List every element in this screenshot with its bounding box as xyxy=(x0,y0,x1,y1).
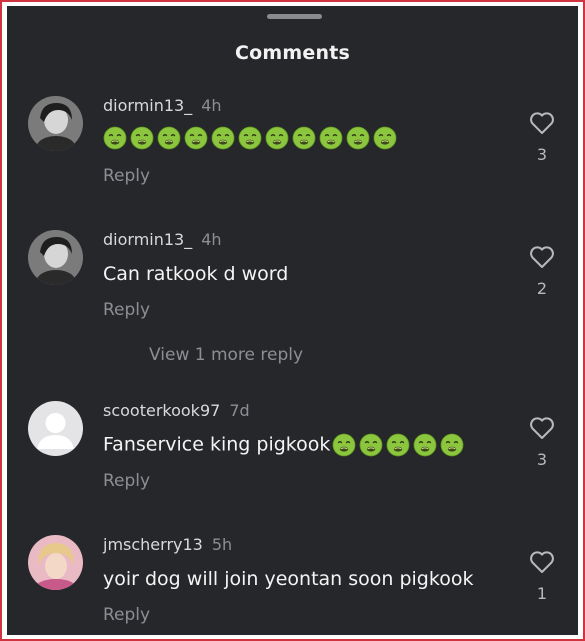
nauseated-face-icon xyxy=(332,433,356,457)
nauseated-face-icon xyxy=(413,433,437,457)
avatar[interactable] xyxy=(28,230,83,285)
comment-item: diormin13_ 4h Can ratkook d word Reply 2 xyxy=(7,230,578,340)
nauseated-face-icon xyxy=(184,126,208,150)
reply-button[interactable]: Reply xyxy=(103,300,150,320)
comment-item: jmscherry13 5h yoir dog will join yeontan… xyxy=(7,535,578,635)
nauseated-face-icon xyxy=(359,433,383,457)
comment-text: yoir dog will join yeontan soon pigkook xyxy=(103,568,474,590)
nauseated-face-icon xyxy=(373,126,397,150)
username[interactable]: jmscherry13 xyxy=(103,535,203,554)
nauseated-face-icon xyxy=(319,126,343,150)
nauseated-face-icon xyxy=(265,126,289,150)
comment-header: jmscherry13 5h xyxy=(103,535,232,554)
nauseated-face-icon xyxy=(157,126,181,150)
comment-time: 4h xyxy=(201,230,222,249)
heart-icon xyxy=(530,112,554,134)
like-button[interactable]: 2 xyxy=(527,245,557,298)
heart-icon xyxy=(530,417,554,439)
nauseated-face-icon xyxy=(346,126,370,150)
comment-emoji-row xyxy=(103,126,397,156)
screenshot-frame: Comments diormin13_ 4h Reply 3 diormin13… xyxy=(0,0,585,641)
heart-icon xyxy=(530,551,554,573)
like-button[interactable]: 1 xyxy=(527,550,557,603)
like-count: 2 xyxy=(536,279,548,298)
reply-button[interactable]: Reply xyxy=(103,605,150,625)
comment-text-body: Fanservice king pigkook xyxy=(103,433,331,456)
username[interactable]: diormin13_ xyxy=(103,230,192,249)
avatar[interactable] xyxy=(28,535,83,590)
comment-text: Fanservice king pigkook xyxy=(103,433,464,457)
nauseated-face-icon xyxy=(103,126,127,150)
nauseated-face-icon xyxy=(130,126,154,150)
page-title: Comments xyxy=(235,42,350,64)
like-count: 1 xyxy=(536,584,548,603)
comment-time: 4h xyxy=(201,96,222,115)
like-button[interactable]: 3 xyxy=(527,416,557,469)
comment-text: Can ratkook d word xyxy=(103,263,289,285)
comment-header: diormin13_ 4h xyxy=(103,96,222,115)
nauseated-face-icon xyxy=(292,126,316,150)
username[interactable]: diormin13_ xyxy=(103,96,192,115)
comments-sheet: Comments diormin13_ 4h Reply 3 diormin13… xyxy=(7,6,578,635)
like-count: 3 xyxy=(536,450,548,469)
reply-button[interactable]: Reply xyxy=(103,471,150,491)
nauseated-face-icon xyxy=(440,433,464,457)
comment-emoji-row xyxy=(332,433,464,457)
view-more-replies-button[interactable]: View 1 more reply xyxy=(149,345,303,365)
comment-item: diormin13_ 4h Reply 3 xyxy=(7,96,578,206)
drag-handle[interactable] xyxy=(267,14,322,19)
heart-icon xyxy=(530,246,554,268)
nauseated-face-icon xyxy=(211,126,235,150)
comment-time: 7d xyxy=(229,401,250,420)
nauseated-face-icon xyxy=(238,126,262,150)
comment-time: 5h xyxy=(211,535,233,554)
comment-header: scooterkook97 7d xyxy=(103,401,250,420)
reply-button[interactable]: Reply xyxy=(103,166,150,186)
username[interactable]: scooterkook97 xyxy=(103,401,220,420)
comment-header: diormin13_ 4h xyxy=(103,230,222,249)
like-button[interactable]: 3 xyxy=(527,111,557,164)
avatar[interactable] xyxy=(28,96,83,151)
avatar[interactable] xyxy=(28,401,83,456)
comment-item: scooterkook97 7d Fanservice king pigkook … xyxy=(7,401,578,511)
nauseated-face-icon xyxy=(386,433,410,457)
like-count: 3 xyxy=(536,145,548,164)
